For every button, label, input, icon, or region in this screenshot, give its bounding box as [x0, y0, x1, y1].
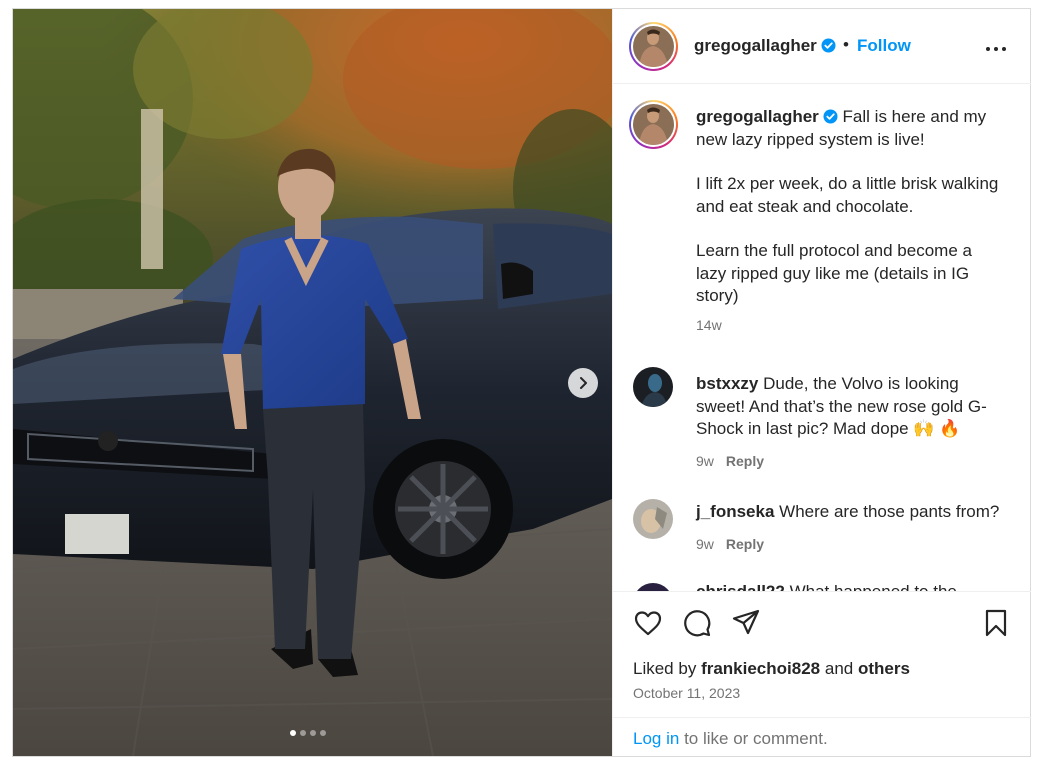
reply-button[interactable]: Reply	[726, 536, 764, 552]
post-side-panel: gregogallagher • Follow gregogallagher F…	[612, 9, 1031, 756]
carousel-dot	[320, 730, 326, 736]
caption-username[interactable]: gregogallagher	[696, 107, 819, 126]
post-actions: Liked by frankiechoi828 and others Octob…	[613, 591, 1031, 717]
more-dot	[994, 47, 998, 51]
avatar-image	[633, 104, 674, 145]
more-horizontal-icon	[986, 47, 990, 51]
comment-icon	[684, 610, 711, 637]
instagram-post: gregogallagher • Follow gregogallagher F…	[12, 8, 1031, 757]
heart-icon	[634, 611, 662, 636]
commenter-avatar[interactable]	[633, 499, 673, 539]
caption-line: I lift 2x per week, do a little brisk wa…	[696, 174, 999, 216]
comment-time[interactable]: 9w	[696, 536, 714, 552]
likes-summary: Liked by frankiechoi828 and others	[633, 659, 910, 679]
send-icon	[732, 609, 760, 635]
likes-joiner: and	[824, 659, 854, 678]
post-header: gregogallagher • Follow	[613, 9, 1031, 84]
login-prompt-text: Log in to like or comment.	[633, 729, 828, 749]
verified-badge-icon	[821, 38, 836, 53]
carousel-next-button[interactable]	[568, 368, 598, 398]
commenter-avatar[interactable]	[633, 367, 673, 407]
more-dot	[1002, 47, 1006, 51]
caption-line: Learn the full protocol and become a laz…	[696, 241, 972, 305]
save-button[interactable]	[981, 608, 1011, 638]
caption-text: gregogallagher Fall is here and my new l…	[696, 106, 1006, 308]
comment-text: chrisdall22 What happened to the heads	[696, 581, 1006, 591]
login-prompt: Log in to like or comment.	[613, 717, 1031, 756]
chevron-right-icon	[580, 377, 587, 389]
comment-username[interactable]: j_fonseka	[696, 502, 774, 521]
comments-list[interactable]: gregogallagher Fall is here and my new l…	[613, 85, 1031, 591]
header-separator: •	[843, 35, 849, 54]
carousel-dot	[300, 730, 306, 736]
comment-text: bstxxzy Dude, the Volvo is looking sweet…	[696, 373, 1006, 441]
liked-by-user-link[interactable]: frankiechoi828	[701, 659, 820, 678]
post-photo	[13, 9, 612, 756]
share-button[interactable]	[731, 608, 761, 638]
comment-text: j_fonseka Where are those pants from?	[696, 501, 1006, 524]
carousel-indicator	[290, 730, 326, 736]
login-link[interactable]: Log in	[633, 729, 679, 748]
carousel-dot	[310, 730, 316, 736]
comment-time[interactable]: 9w	[696, 453, 714, 469]
liked-by-others-link[interactable]: others	[858, 659, 910, 678]
reply-button[interactable]: Reply	[726, 453, 764, 469]
login-rest-text: to like or comment.	[684, 729, 828, 748]
comment-meta: 9w Reply	[696, 453, 764, 469]
verified-badge-icon	[823, 109, 838, 124]
follow-button[interactable]: Follow	[857, 36, 911, 56]
post-date[interactable]: October 11, 2023	[633, 685, 740, 701]
avatar-image	[633, 367, 673, 407]
like-button[interactable]	[633, 608, 663, 638]
avatar-image	[633, 499, 673, 539]
avatar-image	[633, 583, 673, 591]
carousel-dot	[290, 730, 296, 736]
comment-username[interactable]: chrisdall22	[696, 582, 785, 591]
author-avatar[interactable]	[629, 22, 678, 71]
author-username-link[interactable]: gregogallagher	[694, 36, 836, 56]
caption-timestamp[interactable]: 14w	[696, 317, 722, 333]
bookmark-icon	[985, 609, 1007, 637]
comment-username[interactable]: bstxxzy	[696, 374, 758, 393]
likes-prefix: Liked by	[633, 659, 697, 678]
comment-body: Where are those pants from?	[779, 502, 1000, 521]
caption-author-avatar[interactable]	[629, 100, 678, 149]
post-media-carousel[interactable]	[13, 9, 612, 756]
more-options-button[interactable]	[983, 39, 1009, 53]
comment-meta: 9w Reply	[696, 536, 764, 552]
username-text: gregogallagher	[694, 36, 817, 55]
comment-button[interactable]	[682, 608, 712, 638]
commenter-avatar[interactable]	[633, 583, 673, 591]
avatar-image	[633, 26, 674, 67]
